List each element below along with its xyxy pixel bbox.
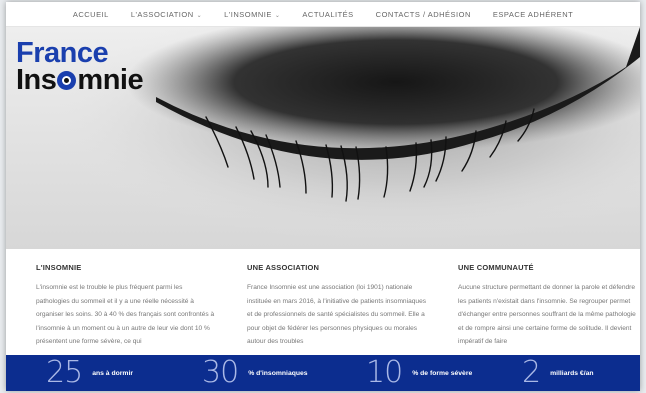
nav-item-contacts[interactable]: CONTACTS / ADHÉSION: [376, 10, 471, 19]
column-text: L'insomnie est le trouble le plus fréque…: [36, 284, 215, 345]
logo-text-insomnie: Ins mnie: [16, 64, 144, 96]
column-text: France Insomnie est une association (loi…: [247, 284, 427, 345]
hero-banner: France Ins mnie: [6, 27, 640, 249]
nav-item-accueil[interactable]: ACCUEIL: [73, 10, 109, 19]
nav-item-actualites[interactable]: ACTUALITÉS: [302, 10, 353, 19]
column-insomnie: L'INSOMNIE L'insomnie est le trouble le …: [36, 263, 216, 349]
nav-item-insomnie[interactable]: L'INSOMNIE ⌄: [224, 10, 280, 19]
stat-label: % d'insomniaques: [248, 369, 308, 377]
column-text: Aucune structure permettant de donner la…: [458, 284, 636, 345]
stat-item: 2 milliards €/an: [522, 355, 594, 391]
chevron-down-icon: ⌄: [274, 12, 281, 19]
stat-number: 10: [366, 355, 403, 390]
stat-number: 30: [202, 355, 239, 390]
nav-item-espace-adherent[interactable]: ESPACE ADHÉRENT: [493, 10, 573, 19]
stat-number: 2: [522, 355, 541, 390]
stat-label: ans à dormir: [92, 369, 133, 377]
logo-text-mnie: mnie: [77, 64, 144, 96]
column-title: UNE ASSOCIATION: [247, 263, 320, 272]
chevron-down-icon: ⌄: [196, 12, 203, 19]
stat-item: 25 ans à dormir: [46, 355, 133, 391]
stat-label: % de forme sévère: [412, 369, 473, 377]
column-association: UNE ASSOCIATION France Insomnie est une …: [247, 263, 427, 349]
stat-number: 25: [46, 355, 83, 390]
stat-item: 30 % d'insomniaques: [202, 355, 308, 391]
stats-bar: 25 ans à dormir 30 % d'insomniaques 10 %…: [6, 355, 640, 391]
stat-label: milliards €/an: [550, 369, 594, 377]
column-title: UNE COMMUNAUTÉ: [458, 263, 534, 272]
eye-icon: [57, 71, 77, 90]
column-title: L'INSOMNIE: [36, 263, 82, 272]
top-navigation: ACCUEIL L'ASSOCIATION ⌄ L'INSOMNIE ⌄ ACTUA…: [6, 2, 640, 27]
browser-page: ACCUEIL L'ASSOCIATION ⌄ L'INSOMNIE ⌄ ACTUA…: [6, 2, 640, 391]
column-communaute: UNE COMMUNAUTÉ Aucune structure permetta…: [458, 263, 638, 349]
stat-item: 10 % de forme sévère: [366, 355, 472, 391]
france-insomnie-logo[interactable]: France Ins mnie: [16, 39, 144, 96]
nav-item-association[interactable]: L'ASSOCIATION ⌄: [131, 10, 202, 19]
intro-columns: L'INSOMNIE L'insomnie est le trouble le …: [6, 249, 640, 355]
logo-text-ins: Ins: [16, 64, 57, 96]
